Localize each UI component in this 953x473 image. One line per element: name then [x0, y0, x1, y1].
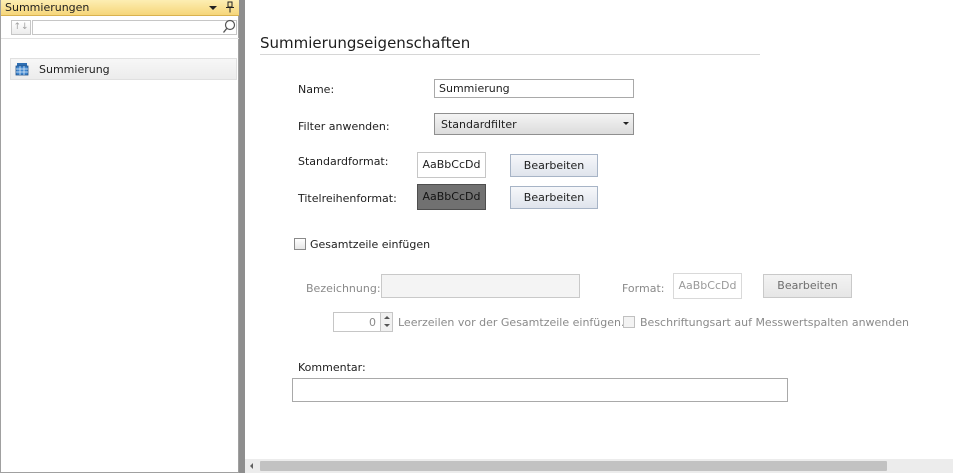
panel-header: Summierungen	[1, 0, 239, 16]
summations-panel: Summierungen ↑↓ Summierung	[0, 0, 239, 473]
chevron-down-icon	[623, 122, 629, 125]
empty-rows-value: 0	[369, 316, 376, 329]
scroll-left-icon[interactable]	[250, 463, 253, 469]
filter-select-value: Standardfilter	[441, 118, 517, 131]
designation-input[interactable]	[381, 274, 580, 298]
label-style-checkbox[interactable]	[623, 316, 635, 328]
designation-label: Bezeichnung:	[306, 282, 381, 295]
stepper-buttons[interactable]	[380, 313, 392, 331]
name-label: Name:	[298, 83, 335, 96]
pin-icon[interactable]	[225, 1, 235, 13]
empty-rows-label: Leerzeilen vor der Gesamtzeile einfügen.	[398, 316, 625, 329]
standard-format-preview: AaBbCcDd	[417, 152, 486, 178]
title-divider	[260, 54, 760, 55]
scrollbar-thumb[interactable]	[260, 461, 887, 471]
edit-title-row-format-button[interactable]: Bearbeiten	[510, 186, 598, 209]
page-title: Summierungseigenschaften	[260, 34, 471, 52]
edit-standard-format-button[interactable]: Bearbeiten	[510, 154, 598, 177]
list-item-label: Summierung	[39, 63, 110, 76]
panel-title: Summierungen	[5, 1, 90, 14]
label-style-checkbox-label: Beschriftungsart auf Messwertspalten anw…	[640, 316, 909, 329]
search-input[interactable]	[32, 20, 237, 35]
list-item-summierung[interactable]: Summierung	[10, 58, 237, 80]
empty-rows-stepper[interactable]: 0	[333, 312, 393, 332]
horizontal-scrollbar[interactable]	[245, 459, 953, 473]
format-preview: AaBbCcDd	[673, 273, 742, 299]
summation-icon	[15, 62, 29, 76]
title-row-format-preview: AaBbCcDd	[417, 184, 486, 210]
edit-format-button[interactable]: Bearbeiten	[763, 274, 852, 298]
comment-input[interactable]	[292, 378, 788, 402]
properties-pane: Summierungseigenschaften Name: Summierun…	[245, 0, 953, 473]
filter-select[interactable]: Standardfilter	[434, 113, 634, 135]
total-row-checkbox[interactable]	[294, 238, 306, 250]
increment-icon[interactable]	[384, 316, 390, 319]
format-label: Format:	[622, 282, 665, 295]
standard-format-label: Standardformat:	[298, 155, 389, 168]
title-row-format-label: Titelreihenformat:	[298, 192, 397, 205]
sort-button[interactable]: ↑↓	[11, 20, 31, 35]
filter-label: Filter anwenden:	[298, 120, 390, 133]
name-input[interactable]: Summierung	[434, 79, 634, 98]
comment-label: Kommentar:	[298, 361, 366, 374]
dropdown-arrow-icon[interactable]	[208, 3, 218, 13]
search-bar: ↑↓	[1, 17, 239, 39]
decrement-icon[interactable]	[384, 324, 390, 327]
search-icon[interactable]	[222, 19, 236, 34]
total-row-checkbox-label: Gesamtzeile einfügen	[310, 238, 431, 251]
